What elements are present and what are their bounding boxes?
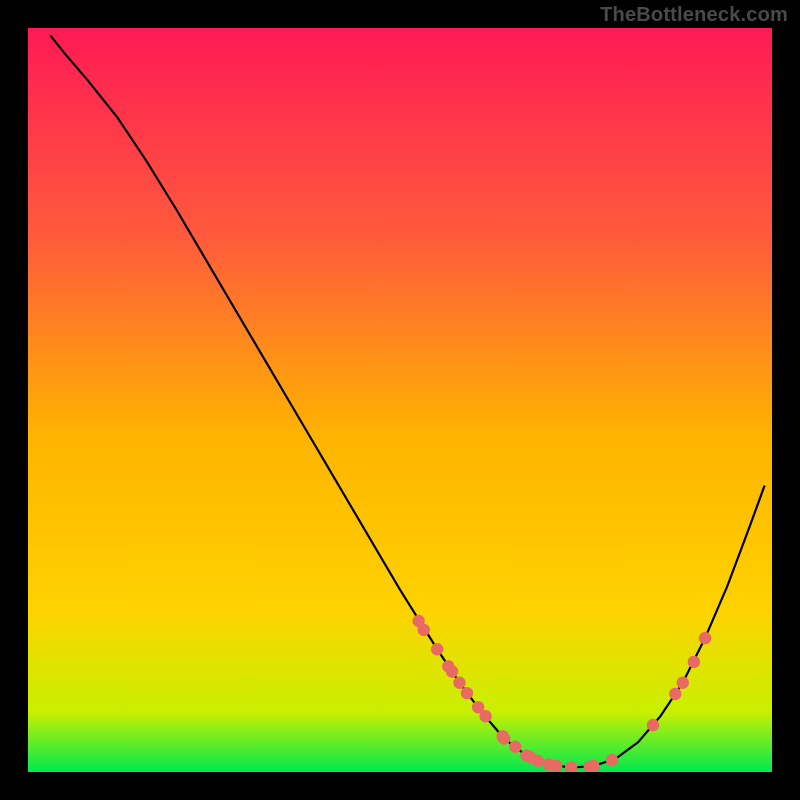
data-point (498, 732, 510, 744)
data-point (461, 687, 473, 699)
data-point (509, 741, 521, 753)
data-point (453, 677, 465, 689)
data-point (531, 755, 543, 767)
data-point (550, 760, 562, 772)
data-point (647, 719, 659, 731)
data-point (699, 632, 711, 644)
data-point (431, 643, 443, 655)
data-point (418, 624, 430, 636)
chart-svg (28, 28, 772, 772)
data-point (669, 688, 681, 700)
data-point (606, 754, 618, 766)
watermark-text: TheBottleneck.com (600, 4, 788, 27)
data-point (446, 665, 458, 677)
data-point (587, 760, 599, 772)
bottleneck-chart (28, 28, 772, 772)
data-point (688, 656, 700, 668)
gradient-background (28, 28, 772, 772)
data-point (479, 710, 491, 722)
data-point (677, 677, 689, 689)
